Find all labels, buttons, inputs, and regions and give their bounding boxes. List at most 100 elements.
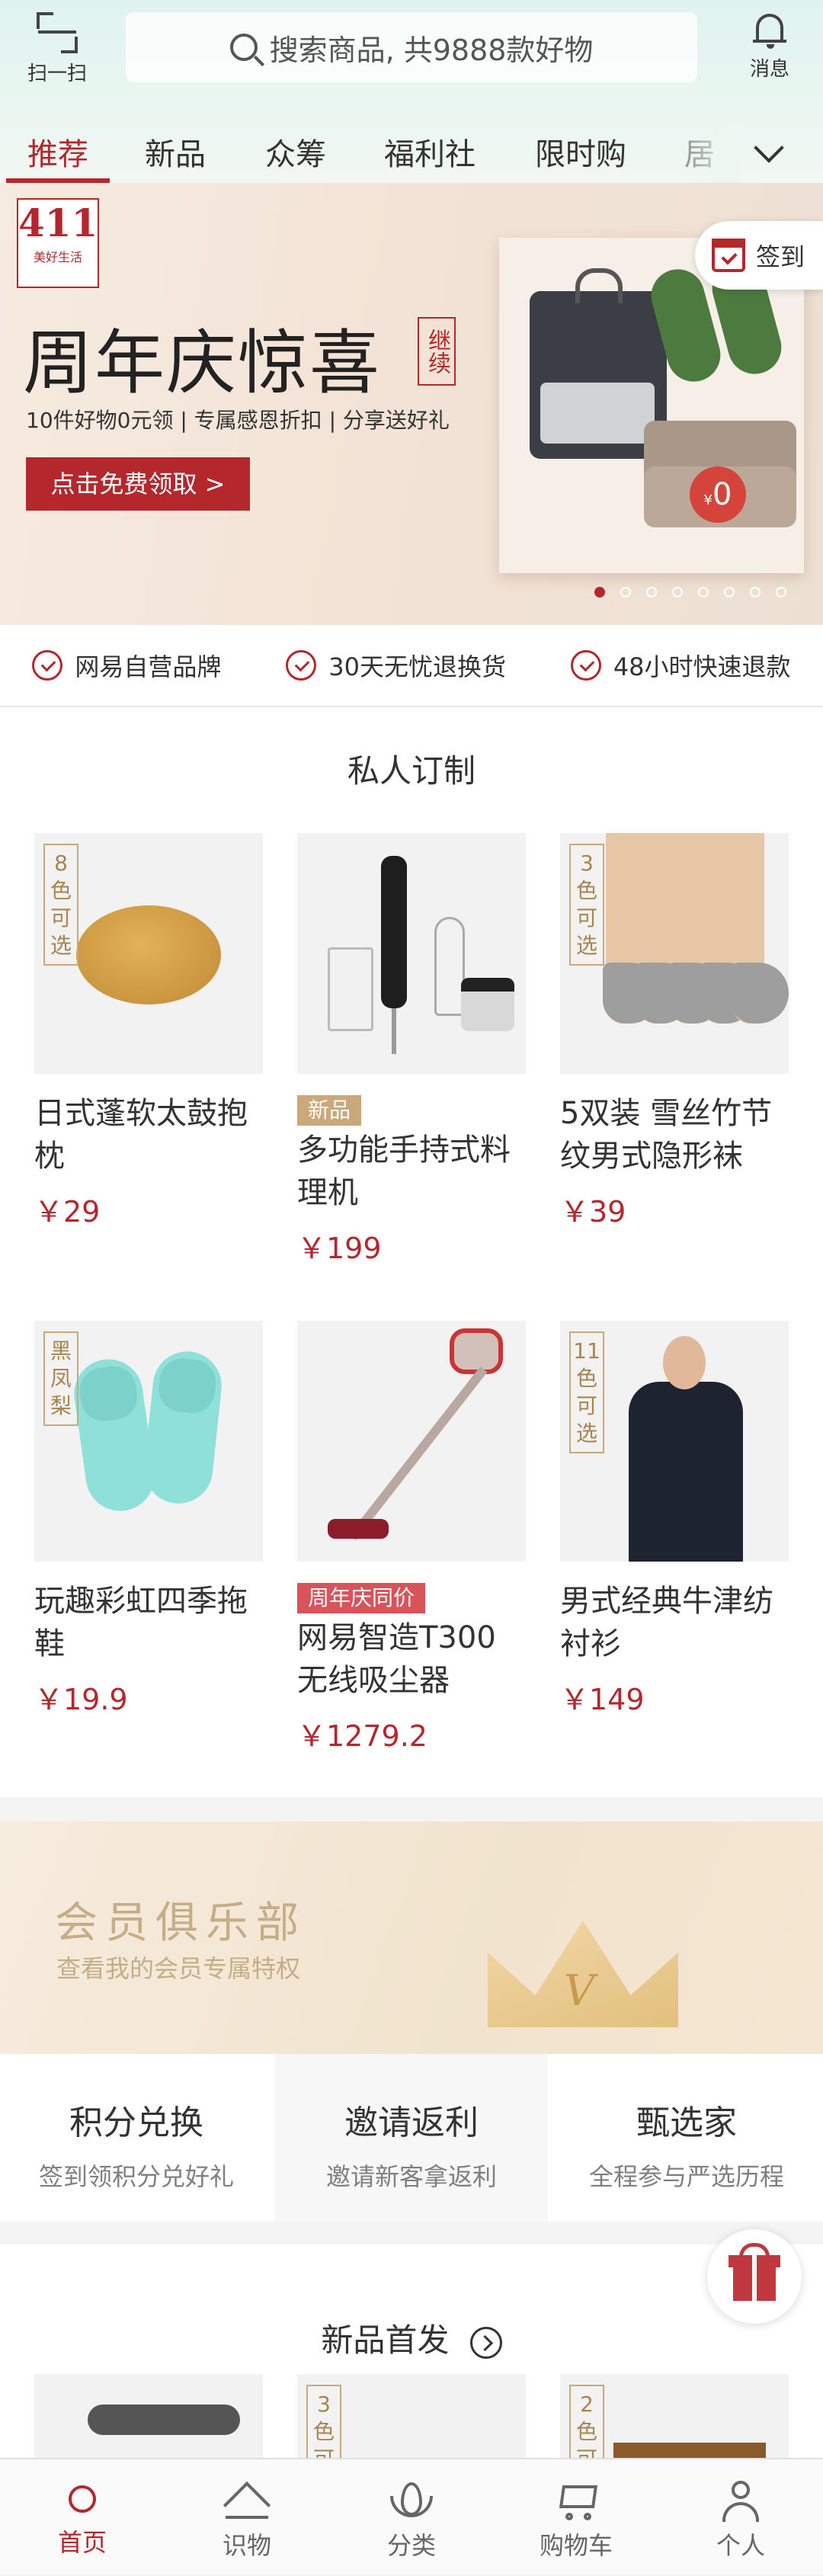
product-card[interactable]: 3色可选 5双装 雪丝竹节纹男式隐形袜 ￥39 [560, 833, 789, 1230]
product-price: ￥19.9 [34, 1683, 128, 1716]
product-image [297, 833, 526, 1074]
color-options-tag: 3色可选 [569, 844, 604, 966]
socks-image [591, 833, 789, 1031]
check-circle-icon [570, 650, 601, 681]
carousel-dot[interactable] [646, 587, 657, 598]
product-name: 5双装 雪丝竹节纹男式隐形袜 [560, 1096, 773, 1174]
guarantee-item: 48小时快速退款 [570, 648, 791, 683]
carousel-dot[interactable] [776, 587, 786, 598]
price-zero-badge: ¥0 [690, 466, 746, 523]
product-name: 日式蓬软太鼓抱枕 [34, 1096, 248, 1174]
product-card[interactable]: 新品 多功能手持式料理机 ￥199 [297, 833, 526, 1267]
calendar-check-icon [712, 239, 745, 272]
scan-label: 扫一扫 [27, 62, 87, 85]
private-custom-section: 私人订制 8色可选 日式蓬软太鼓抱枕 ￥29 新品 多功能手持式料理机 ￥199 [0, 707, 823, 1797]
carousel-dot[interactable] [724, 587, 735, 598]
product-name: 男式经典牛津纺衬衫 [560, 1584, 773, 1661]
nav-category[interactable]: 分类 [329, 2459, 494, 2576]
carousel-dot[interactable] [594, 587, 605, 598]
message-button[interactable]: 消息 [732, 9, 808, 82]
invite-rebate-entry[interactable]: 邀请返利 邀请新客拿返利 [275, 2054, 548, 2222]
gift-button[interactable] [707, 2229, 802, 2324]
pillow-image [76, 905, 221, 1004]
product-price: ￥29 [34, 1195, 101, 1229]
points-exchange-entry[interactable]: 积分兑换 签到领积分兑好礼 [0, 2054, 273, 2222]
new-arrivals-header[interactable]: 新品首发 [0, 2315, 823, 2361]
claim-free-button[interactable]: 点击免费领取 > [26, 457, 250, 511]
product-image [297, 1321, 526, 1562]
scan-button[interactable]: 扫一扫 [15, 9, 99, 85]
member-club-banner[interactable]: 会员俱乐部 查看我的会员专属特权 V [0, 1821, 823, 2054]
product-name: 多功能手持式料理机 [297, 1133, 511, 1210]
chevron-down-icon[interactable] [751, 136, 787, 166]
guarantee-item: 网易自营品牌 [32, 648, 221, 683]
nav-discover[interactable]: 识物 [165, 2459, 329, 2576]
chevron-right-circle-icon [469, 2326, 502, 2359]
person-icon [719, 2479, 762, 2522]
product-name: 玩趣彩虹四季拖鞋 [34, 1584, 248, 1661]
product-card[interactable]: 8色可选 日式蓬软太鼓抱枕 ￥29 [34, 833, 263, 1230]
product-image: 11色可选 [560, 1321, 789, 1562]
carousel-dots [594, 587, 802, 598]
carousel-dot[interactable] [620, 587, 631, 598]
top-header: 扫一扫 搜索商品, 共9888款好物 消息 推荐 新品 众筹 福利社 限时购 居 [0, 0, 823, 183]
tab-flash-sale[interactable]: 限时购 [535, 130, 626, 174]
cart-icon [555, 2479, 598, 2522]
vacuum-image [348, 1366, 488, 1541]
tab-welfare[interactable]: 福利社 [384, 130, 476, 174]
tab-recommend[interactable]: 推荐 [27, 130, 88, 174]
message-label: 消息 [749, 58, 789, 81]
banner-title-tag: 继续 [418, 317, 456, 386]
tab-crowdfunding[interactable]: 众筹 [265, 130, 326, 174]
banner-subtitle: 10件好物0元领 | 专属感恩折扣 | 分享送好礼 [26, 408, 450, 433]
product-price: ￥199 [297, 1232, 382, 1265]
new-badge: 新品 [297, 1095, 362, 1126]
product-image[interactable] [34, 2374, 263, 2458]
color-options-tag: 3色可选 [306, 2385, 341, 2458]
slipper-image [69, 1354, 159, 1516]
carousel-dot[interactable] [672, 587, 683, 598]
mountain-icon [223, 2479, 271, 2530]
crown-icon: V [488, 1882, 678, 2027]
bottom-navigation: 首页 识物 分类 购物车 个人 [0, 2458, 823, 2574]
shirt-model-image [629, 1336, 743, 1562]
anniversary-price-badge: 周年庆同价 [297, 1583, 426, 1613]
product-image: 3色可选 [560, 833, 789, 1074]
carousel-dot[interactable] [698, 587, 709, 598]
product-card[interactable]: 周年庆同价 网易智造T300无线吸尘器 ￥1279.2 [297, 1321, 526, 1754]
section-title: 私人订制 [347, 752, 476, 790]
carousel-dot[interactable] [750, 587, 761, 598]
curator-entry[interactable]: 甄选家 全程参与严选历程 [550, 2054, 823, 2222]
member-benefits: 积分兑换 签到领积分兑好礼 邀请返利 邀请新客拿返利 甄选家 全程参与严选历程 [0, 2054, 823, 2222]
product-name: 网易智造T300无线吸尘器 [297, 1620, 496, 1698]
nav-cart[interactable]: 购物车 [494, 2459, 658, 2576]
check-circle-icon [286, 650, 317, 681]
product-image[interactable]: 2色可选 [560, 2374, 789, 2458]
guarantee-item: 30天无忧退换货 [286, 648, 506, 683]
new-arrivals-section: 新品首发 3色可选 2色可选 [0, 2244, 823, 2458]
product-price: ￥1279.2 [297, 1719, 428, 1753]
tab-new[interactable]: 新品 [145, 130, 206, 174]
color-options-tag: 黑凤梨 [43, 1331, 78, 1426]
member-club-title: 会员俱乐部 [55, 1898, 306, 1948]
product-card[interactable]: 11色可选 男式经典牛津纺衬衫 ￥149 [560, 1321, 789, 1718]
banner-title: 周年庆惊喜 [23, 322, 382, 404]
bell-icon [753, 11, 786, 49]
service-guarantees: 网易自营品牌 30天无忧退换货 48小时快速退款 [0, 625, 823, 707]
product-card[interactable]: 黑凤梨 玩趣彩虹四季拖鞋 ￥19.9 [34, 1321, 263, 1718]
anniversary-logo: 411 美好生活 [17, 198, 99, 288]
nav-profile[interactable]: 个人 [658, 2459, 823, 2576]
product-price: ￥149 [560, 1683, 645, 1716]
search-icon [229, 34, 258, 61]
product-image[interactable]: 3色可选 [297, 2374, 526, 2458]
product-image: 黑凤梨 [34, 1321, 263, 1562]
product-image: 8色可选 [34, 833, 263, 1074]
section-title: 新品首发 [321, 2321, 450, 2359]
search-input[interactable]: 搜索商品, 共9888款好物 [126, 12, 697, 82]
color-options-tag: 8色可选 [43, 844, 78, 966]
sign-in-label: 签到 [756, 242, 805, 271]
nav-home[interactable]: 首页 [0, 2459, 165, 2576]
color-options-tag: 11色可选 [569, 1331, 604, 1453]
sign-in-button[interactable]: 签到 [695, 221, 823, 290]
search-placeholder: 搜索商品, 共9888款好物 [269, 33, 594, 67]
